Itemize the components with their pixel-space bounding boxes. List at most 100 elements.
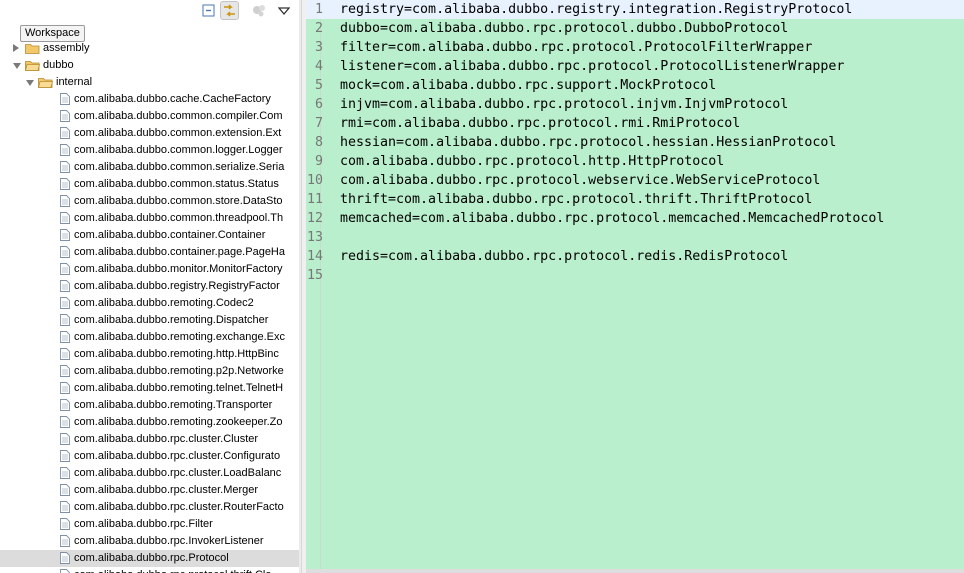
text-file-icon — [60, 93, 70, 105]
tree-file-row[interactable]: com.alibaba.dubbo.remoting.http.HttpBinc — [0, 346, 299, 363]
line-text: redis=com.alibaba.dubbo.rpc.protocol.red… — [340, 249, 789, 264]
tree-file-row[interactable]: com.alibaba.dubbo.common.status.Status — [0, 176, 299, 193]
editor-line[interactable]: 12 memcached=com.alibaba.dubbo.rpc.protoc… — [306, 209, 964, 228]
line-text: injvm=com.alibaba.dubbo.rpc.protocol.inj… — [340, 97, 789, 112]
text-file-icon — [60, 382, 70, 394]
tree-folder-row[interactable]: internal — [0, 74, 299, 91]
text-file-icon — [60, 314, 70, 326]
tree-item-label: com.alibaba.dubbo.container.page.PageHa — [74, 246, 285, 258]
editor-line[interactable]: 11 thrift=com.alibaba.dubbo.rpc.protocol.… — [306, 190, 964, 209]
tree-item-label: com.alibaba.dubbo.remoting.zookeeper.Zo — [74, 416, 283, 428]
editor-line[interactable]: 7 rmi=com.alibaba.dubbo.rpc.protocol.rmi.… — [306, 114, 964, 133]
editor-line[interactable]: 13 — [306, 228, 964, 247]
tree-file-row[interactable]: com.alibaba.dubbo.rpc.protocol.thrift.Cl… — [0, 567, 299, 573]
editor-line[interactable]: 6 injvm=com.alibaba.dubbo.rpc.protocol.in… — [306, 95, 964, 114]
expand-arrow-open-icon[interactable] — [13, 63, 21, 69]
tree-item-label: com.alibaba.dubbo.remoting.exchange.Exc — [74, 331, 285, 343]
tree-file-row[interactable]: com.alibaba.dubbo.cache.CacheFactory — [0, 91, 299, 108]
text-file-icon — [60, 161, 70, 173]
link-with-editor-icon — [224, 4, 235, 17]
editor-line[interactable]: 10 com.alibaba.dubbo.rpc.protocol.webserv… — [306, 171, 964, 190]
tree-file-row[interactable]: com.alibaba.dubbo.rpc.InvokerListener — [0, 533, 299, 550]
editor-line[interactable]: 1 registry=com.alibaba.dubbo.registry.int… — [306, 0, 964, 19]
line-text: registry=com.alibaba.dubbo.registry.inte… — [340, 2, 853, 17]
editor-line[interactable]: 3 filter=com.alibaba.dubbo.rpc.protocol.P… — [306, 38, 964, 57]
line-number: 9 — [314, 154, 323, 169]
editor-line[interactable]: 15 — [306, 266, 964, 285]
tree-file-row[interactable]: com.alibaba.dubbo.registry.RegistryFacto… — [0, 278, 299, 295]
tree-file-row[interactable]: com.alibaba.dubbo.monitor.MonitorFactory — [0, 261, 299, 278]
tree-folder-row[interactable]: assembly — [0, 40, 299, 57]
tree-folder-row[interactable]: dubbo — [0, 57, 299, 74]
tree-file-row[interactable]: com.alibaba.dubbo.rpc.Protocol — [0, 550, 299, 567]
line-text: dubbo=com.alibaba.dubbo.rpc.protocol.dub… — [340, 21, 789, 36]
text-file-icon — [60, 399, 70, 411]
tree-file-row[interactable]: com.alibaba.dubbo.container.Container — [0, 227, 299, 244]
tree-file-row[interactable]: com.alibaba.dubbo.remoting.exchange.Exc — [0, 329, 299, 346]
text-file-icon — [60, 467, 70, 479]
tree-file-row[interactable]: com.alibaba.dubbo.common.compiler.Com — [0, 108, 299, 125]
tree-item-label: com.alibaba.dubbo.rpc.cluster.Merger — [74, 484, 259, 496]
line-text: filter=com.alibaba.dubbo.rpc.protocol.Pr… — [340, 40, 813, 55]
tree-file-row[interactable]: com.alibaba.dubbo.remoting.Dispatcher — [0, 312, 299, 329]
tree-file-row[interactable]: com.alibaba.dubbo.remoting.zookeeper.Zo — [0, 414, 299, 431]
tree-item-label: com.alibaba.dubbo.remoting.Codec2 — [74, 297, 254, 309]
line-text: thrift=com.alibaba.dubbo.rpc.protocol.th… — [340, 192, 813, 207]
editor-line[interactable]: 5 mock=com.alibaba.dubbo.rpc.support.Mock… — [306, 76, 964, 95]
tree-file-row[interactable]: com.alibaba.dubbo.rpc.Filter — [0, 516, 299, 533]
tree-file-row[interactable]: com.alibaba.dubbo.common.store.DataSto — [0, 193, 299, 210]
project-explorer: Workspace assembly dubbo internal com.aliba… — [0, 0, 301, 573]
tree-file-row[interactable]: com.alibaba.dubbo.rpc.cluster.Merger — [0, 482, 299, 499]
text-file-icon — [60, 127, 70, 139]
explorer-toolbar — [0, 0, 301, 24]
tree-file-row[interactable]: com.alibaba.dubbo.common.extension.Ext — [0, 125, 299, 142]
text-file-icon — [60, 365, 70, 377]
tree-item-label: com.alibaba.dubbo.rpc.InvokerListener — [74, 535, 264, 547]
editor-line[interactable]: 4 listener=com.alibaba.dubbo.rpc.protocol… — [306, 57, 964, 76]
tree-file-row[interactable]: com.alibaba.dubbo.rpc.cluster.RouterFact… — [0, 499, 299, 516]
line-number: 1 — [314, 2, 323, 17]
tree-item-label: internal — [56, 76, 93, 88]
tree-file-row[interactable]: com.alibaba.dubbo.rpc.cluster.Cluster — [0, 431, 299, 448]
text-file-icon — [60, 212, 70, 224]
line-text: hessian=com.alibaba.dubbo.rpc.protocol.h… — [340, 135, 837, 150]
editor-line[interactable]: 14 redis=com.alibaba.dubbo.rpc.protocol.r… — [306, 247, 964, 266]
text-editor[interactable]: 1 registry=com.alibaba.dubbo.registry.int… — [306, 0, 964, 570]
text-file-icon — [60, 450, 70, 462]
line-text: listener=com.alibaba.dubbo.rpc.protocol.… — [340, 59, 845, 74]
tree-item-label: com.alibaba.dubbo.monitor.MonitorFactory — [74, 263, 283, 275]
text-file-icon — [60, 416, 70, 428]
expand-arrow-open-icon[interactable] — [26, 80, 34, 86]
line-text: memcached=com.alibaba.dubbo.rpc.protocol… — [340, 211, 885, 226]
tree-file-row[interactable]: com.alibaba.dubbo.remoting.Transporter — [0, 397, 299, 414]
tree-item-label: dubbo — [43, 59, 74, 71]
expand-arrow-closed-icon[interactable] — [13, 44, 19, 52]
tree-file-row[interactable]: com.alibaba.dubbo.common.serialize.Seria — [0, 159, 299, 176]
tree-file-row[interactable]: com.alibaba.dubbo.container.page.PageHa — [0, 244, 299, 261]
tree-file-row[interactable]: com.alibaba.dubbo.remoting.Codec2 — [0, 295, 299, 312]
line-number: 2 — [314, 21, 323, 36]
text-file-icon — [60, 195, 70, 207]
line-number: 7 — [314, 116, 323, 131]
tree-file-row[interactable]: com.alibaba.dubbo.common.threadpool.Th — [0, 210, 299, 227]
editor-line[interactable]: 8 hessian=com.alibaba.dubbo.rpc.protocol.… — [306, 133, 964, 152]
view-menu-button[interactable] — [274, 1, 293, 20]
tree-file-row[interactable]: com.alibaba.dubbo.remoting.telnet.Telnet… — [0, 380, 299, 397]
focus-task-icon[interactable] — [250, 3, 268, 19]
collapse-all-button[interactable] — [199, 1, 218, 20]
tree-item-label: com.alibaba.dubbo.container.Container — [74, 229, 266, 241]
text-file-icon — [60, 331, 70, 343]
editor-line[interactable]: 2 dubbo=com.alibaba.dubbo.rpc.protocol.du… — [306, 19, 964, 38]
tree-file-row[interactable]: com.alibaba.dubbo.rpc.cluster.LoadBalanc — [0, 465, 299, 482]
tree-file-row[interactable]: com.alibaba.dubbo.rpc.cluster.Configurat… — [0, 448, 299, 465]
link-with-editor-button[interactable] — [220, 1, 239, 20]
line-number: 3 — [314, 40, 323, 55]
tree-item-label: com.alibaba.dubbo.rpc.cluster.Configurat… — [74, 450, 281, 462]
tree-file-row[interactable]: com.alibaba.dubbo.remoting.p2p.Networke — [0, 363, 299, 380]
line-text: com.alibaba.dubbo.rpc.protocol.http.Http… — [340, 154, 725, 169]
tree-item-label: com.alibaba.dubbo.remoting.telnet.Telnet… — [74, 382, 284, 394]
editor-line[interactable]: 9 com.alibaba.dubbo.rpc.protocol.http.Htt… — [306, 152, 964, 171]
tree-file-row[interactable]: com.alibaba.dubbo.common.logger.Logger — [0, 142, 299, 159]
tree-item-label: com.alibaba.dubbo.common.compiler.Com — [74, 110, 283, 122]
line-text: rmi=com.alibaba.dubbo.rpc.protocol.rmi.R… — [340, 116, 741, 131]
